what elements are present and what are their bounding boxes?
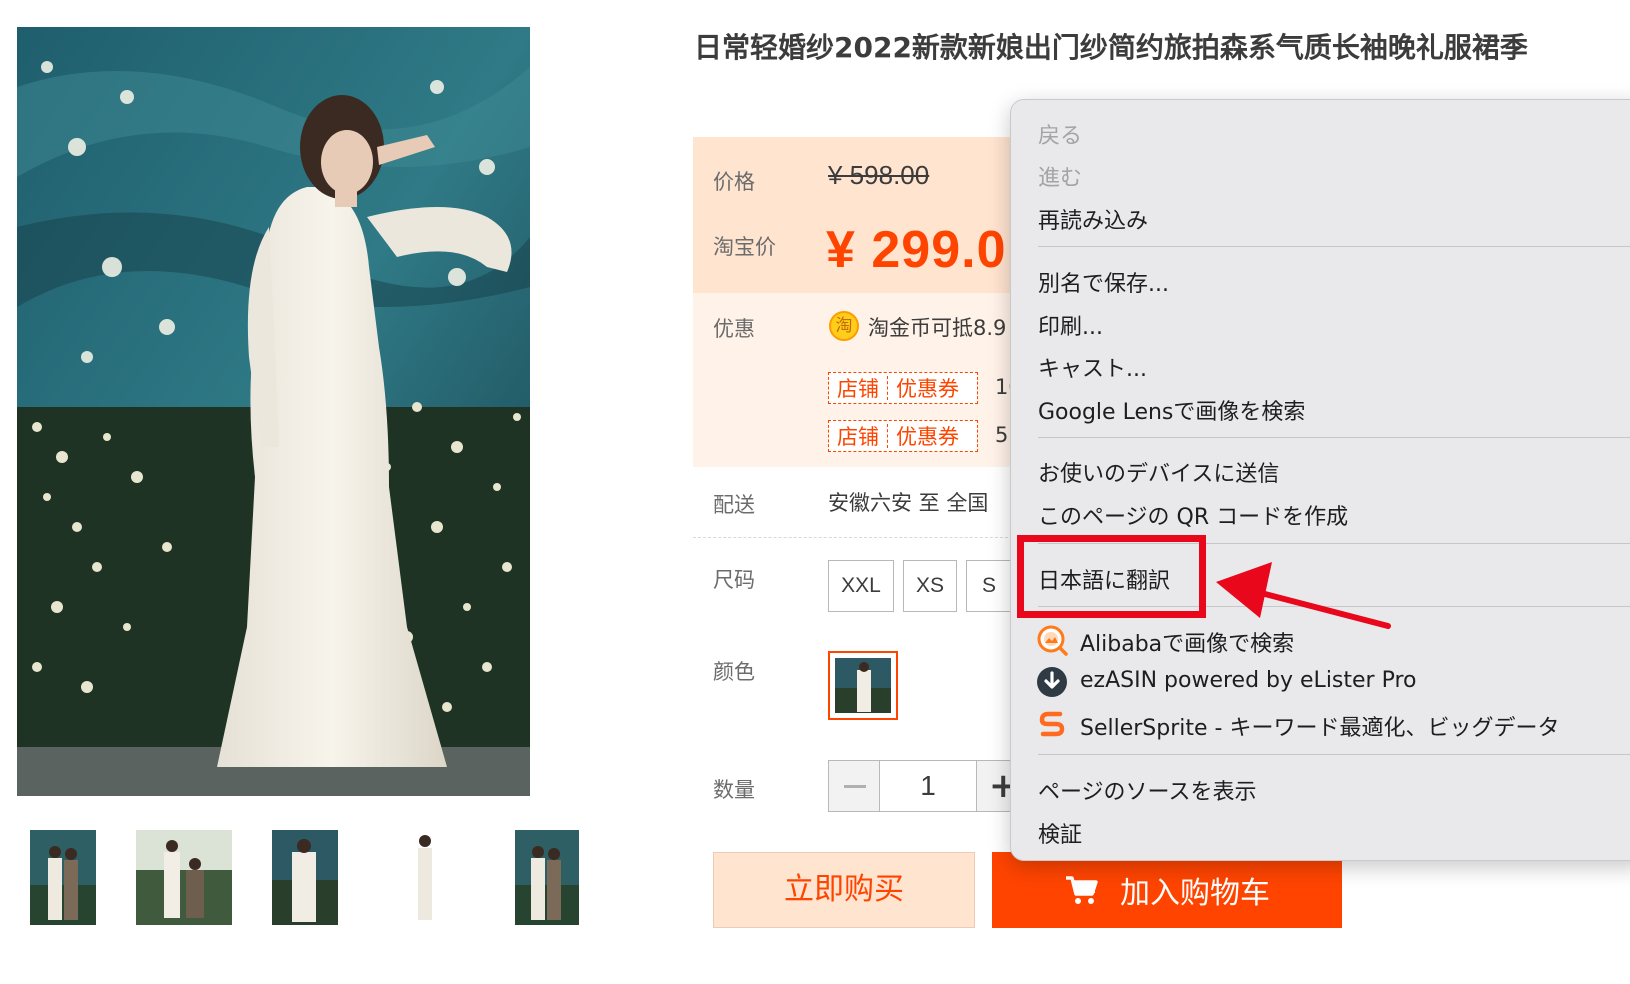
shopping-cart-icon xyxy=(1064,874,1100,906)
menu-separator xyxy=(1038,754,1630,755)
quantity-input[interactable]: 1 xyxy=(880,760,976,812)
color-option-selected[interactable] xyxy=(828,651,898,720)
menu-item-inspect[interactable]: 検証 xyxy=(1038,817,1082,849)
size-label: 尺码 xyxy=(713,568,755,592)
menu-item-send-to-devices[interactable]: お使いのデバイスに送信 xyxy=(1038,456,1279,488)
quantity-label: 数量 xyxy=(713,778,755,802)
shipping-route[interactable]: 安徽六安 至 全国 xyxy=(828,487,988,517)
coin-discount-text: 淘金币可抵8.9 xyxy=(868,316,1007,340)
menu-separator xyxy=(1038,246,1630,247)
coupon-type-label: 优惠券 xyxy=(896,377,959,401)
color-label: 颜色 xyxy=(713,660,755,684)
shipping-label: 配送 xyxy=(713,493,755,517)
size-option-xs[interactable]: XS xyxy=(903,560,957,612)
coupon-store-label: 店铺 xyxy=(837,377,879,401)
taobao-price: ¥ 299.0 xyxy=(826,221,1007,279)
menu-item-save-as[interactable]: 別名で保存... xyxy=(1038,266,1169,298)
menu-item-print[interactable]: 印刷... xyxy=(1038,309,1103,341)
coupon-type-label: 优惠券 xyxy=(896,425,959,449)
menu-item-reload[interactable]: 再読み込み xyxy=(1038,203,1148,235)
menu-item-create-qr-code[interactable]: このページの QR コードを作成 xyxy=(1038,499,1348,531)
divider xyxy=(693,537,1023,538)
menu-separator xyxy=(1038,437,1630,438)
original-price: ¥ 598.00 xyxy=(828,160,930,190)
price-label: 价格 xyxy=(713,170,755,194)
size-option-xxl[interactable]: XXL xyxy=(828,560,894,612)
thumbnail-4[interactable] xyxy=(396,830,454,925)
product-title: 日常轻婚纱2022新款新娘出门纱简约旅拍森系气质长袖晚礼服裙季 xyxy=(694,31,1528,64)
thumbnail-2[interactable] xyxy=(136,830,232,925)
size-option-s[interactable]: S xyxy=(966,560,1012,612)
quantity-decrease-button[interactable] xyxy=(828,760,880,812)
promo-label: 优惠 xyxy=(713,317,755,341)
buy-now-button[interactable]: 立即购买 xyxy=(713,852,975,928)
menu-item-sellersprite[interactable]: SellerSprite - キーワード最適化、ビッグデータ xyxy=(1080,710,1559,742)
thumbnail-3[interactable] xyxy=(272,830,338,925)
store-coupon-2[interactable]: 店铺 优惠券 xyxy=(828,420,978,452)
annotation-highlight-box xyxy=(1017,535,1206,618)
add-to-cart-label: 加入购物车 xyxy=(1120,876,1270,911)
menu-item-ezasin[interactable]: ezASIN powered by eLister Pro xyxy=(1080,668,1417,693)
taojinbi-coin-icon: 淘 xyxy=(829,311,859,341)
menu-item-view-source[interactable]: ページのソースを表示 xyxy=(1038,774,1256,806)
annotation-arrow-icon xyxy=(1212,560,1392,634)
taobao-price-label: 淘宝价 xyxy=(713,235,776,259)
alibaba-image-search-icon xyxy=(1036,624,1068,656)
menu-item-back[interactable]: 戻る xyxy=(1038,118,1082,150)
thumbnail-5[interactable] xyxy=(515,830,579,925)
thumbnail-1[interactable] xyxy=(30,830,96,925)
coupon-2-value: 5 xyxy=(995,423,1009,447)
menu-item-cast[interactable]: キャスト... xyxy=(1038,351,1147,383)
coupon-store-label: 店铺 xyxy=(837,425,879,449)
product-main-image[interactable] xyxy=(17,27,530,796)
ezasin-download-icon xyxy=(1036,666,1068,698)
add-to-cart-button[interactable]: 加入购物车 xyxy=(992,852,1342,928)
sellersprite-icon xyxy=(1036,708,1068,740)
menu-item-forward[interactable]: 進む xyxy=(1038,160,1082,192)
store-coupon-1[interactable]: 店铺 优惠券 xyxy=(828,372,978,404)
menu-item-google-lens[interactable]: Google Lensで画像を検索 xyxy=(1038,394,1305,426)
